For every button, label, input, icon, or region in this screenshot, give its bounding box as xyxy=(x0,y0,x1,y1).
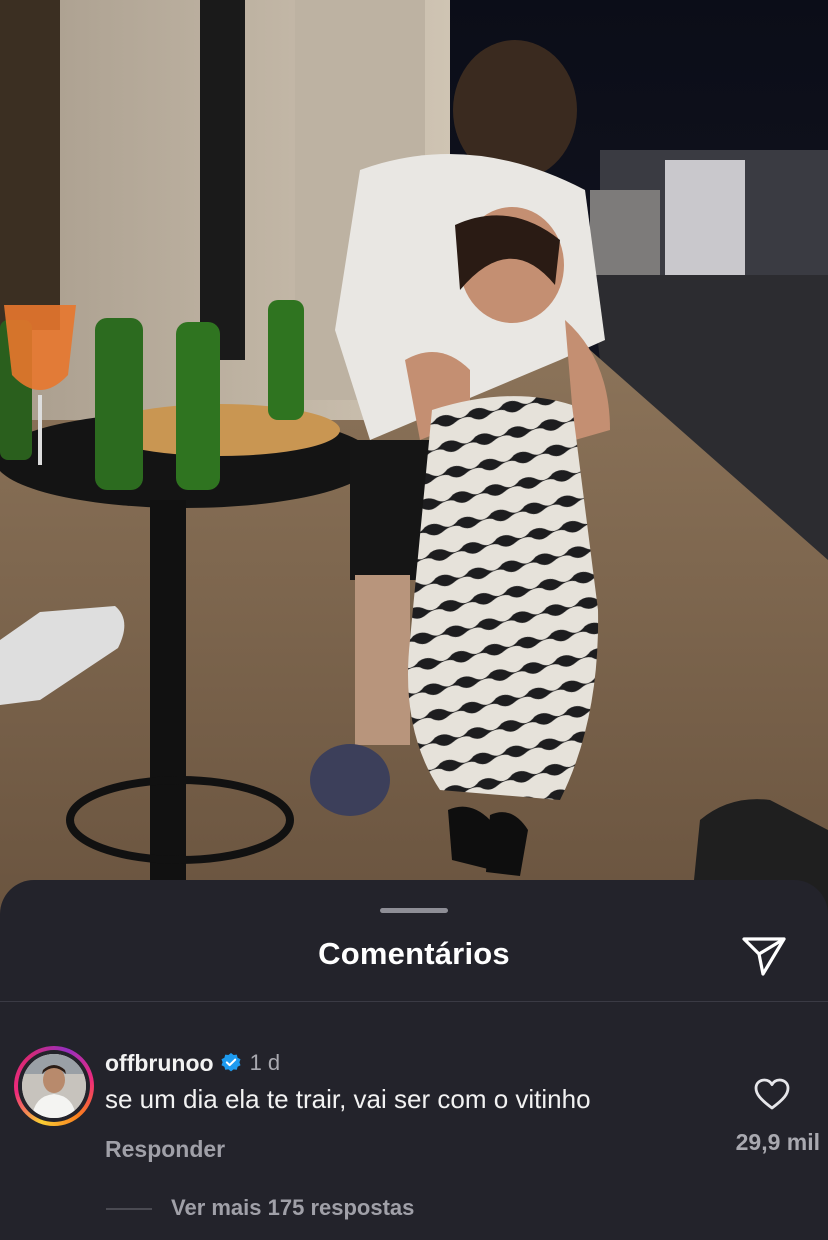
like-count: 29,9 mil xyxy=(735,1129,820,1155)
replies-line-divider xyxy=(106,1208,152,1210)
comment-username[interactable]: offbrunoo xyxy=(105,1050,214,1077)
comments-screen: Comentários offbrunoo 1 d se um dia ela … xyxy=(0,0,828,1240)
view-more-replies-button[interactable]: Ver mais 175 respostas xyxy=(171,1195,414,1221)
reply-button[interactable]: Responder xyxy=(105,1136,225,1163)
heart-outline-icon xyxy=(754,1078,790,1110)
paper-plane-icon xyxy=(742,937,786,976)
avatar xyxy=(22,1054,86,1118)
comment-header: offbrunoo 1 d xyxy=(105,1048,280,1078)
verified-badge-icon xyxy=(220,1052,242,1074)
sheet-title: Comentários xyxy=(318,936,510,971)
like-button[interactable] xyxy=(752,1076,792,1112)
comment-text: se um dia ela te trair, vai ser com o vi… xyxy=(105,1084,591,1114)
post-photo xyxy=(0,0,828,920)
sheet-grabber-handle[interactable] xyxy=(380,908,448,913)
avatar-story-ring[interactable] xyxy=(14,1046,94,1126)
header-divider xyxy=(0,1001,828,1002)
comments-sheet: Comentários offbrunoo 1 d se um dia ela … xyxy=(0,880,828,1240)
comment-time: 1 d xyxy=(249,1050,281,1075)
share-button[interactable] xyxy=(740,934,788,978)
